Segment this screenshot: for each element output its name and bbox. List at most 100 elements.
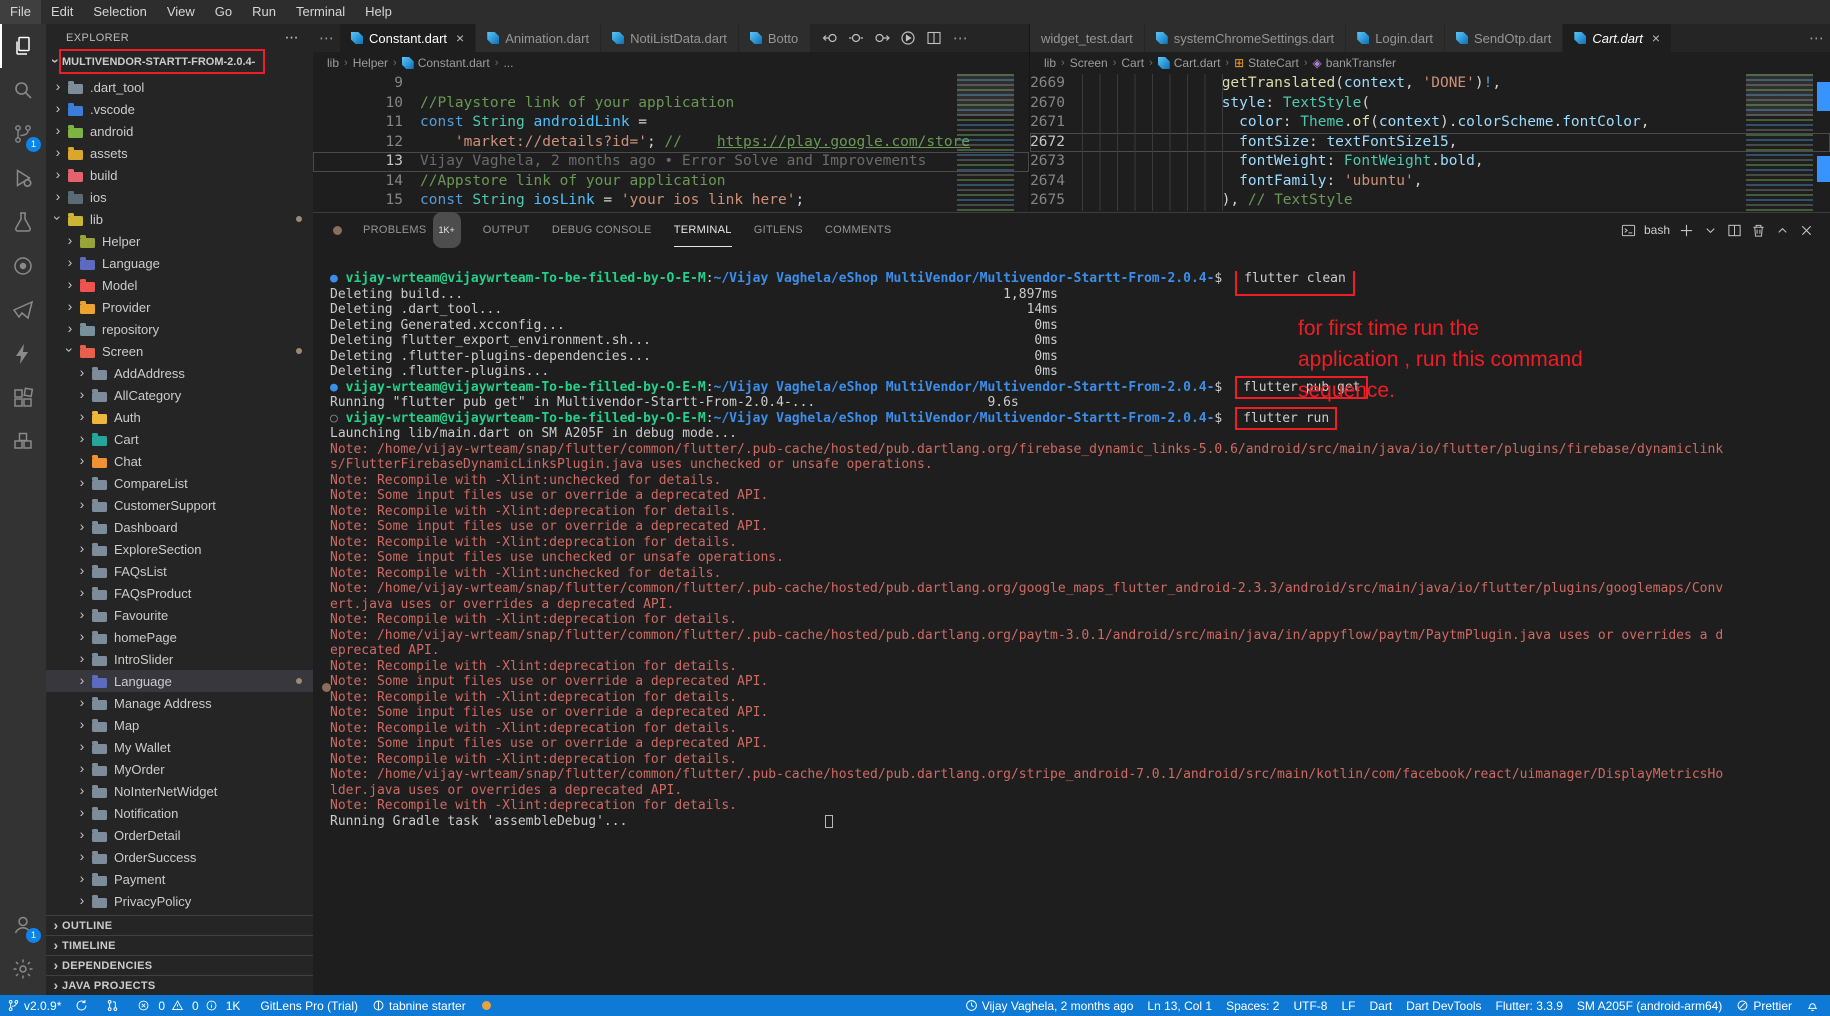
code-editor[interactable]: 910//Playstore link of your application1… [313, 74, 1029, 212]
breadcrumb-item[interactable]: Helper [353, 56, 388, 70]
activity-run-debug-icon[interactable] [0, 156, 46, 200]
tree-item-exploresection[interactable]: ›ExploreSection [46, 538, 313, 560]
panel-tab-terminal[interactable]: TERMINAL [674, 213, 732, 247]
tab-botto[interactable]: Botto [739, 24, 811, 52]
status-diagnostics[interactable] [99, 995, 130, 1016]
menu-file[interactable]: File [0, 0, 41, 24]
status-dart-devtools[interactable]: Dart DevTools [1399, 995, 1488, 1016]
minimap[interactable] [1746, 74, 1813, 212]
menu-run[interactable]: Run [242, 0, 286, 24]
status-dart[interactable]: Dart [1363, 995, 1400, 1016]
menu-selection[interactable]: Selection [83, 0, 156, 24]
tree-item-faqslist[interactable]: ›FAQsList [46, 560, 313, 582]
split-editor-icon[interactable] [921, 24, 947, 52]
status-flutter-3-3-9[interactable]: Flutter: 3.3.9 [1489, 995, 1570, 1016]
tree-item-addaddress[interactable]: ›AddAddress [46, 362, 313, 384]
breadcrumb-item[interactable]: lib [1044, 56, 1056, 70]
tree-item-build[interactable]: ›build [46, 164, 313, 186]
breadcrumb-item[interactable]: lib [327, 56, 339, 70]
menu-help[interactable]: Help [355, 0, 402, 24]
back-icon[interactable] [817, 24, 843, 52]
status-vijay-vaghela-2-months-ago[interactable]: Vijay Vaghela, 2 months ago [958, 995, 1141, 1016]
section-outline[interactable]: ›OUTLINE [46, 915, 313, 935]
status-prettier[interactable]: Prettier [1729, 995, 1799, 1016]
tree-item-language[interactable]: ›Language [46, 670, 313, 692]
activity-source-control-icon[interactable]: 1 [0, 112, 46, 156]
tree-item-nointernetwidget[interactable]: ›NoInterNetWidget [46, 780, 313, 802]
tree-item-repository[interactable]: ›repository [46, 318, 313, 340]
tree-item-chat[interactable]: ›Chat [46, 450, 313, 472]
menu-go[interactable]: Go [205, 0, 242, 24]
status-diagnostics[interactable] [68, 995, 99, 1016]
tab-widget_test-dart[interactable]: widget_test.dart [1030, 24, 1145, 52]
menu-view[interactable]: View [157, 0, 205, 24]
panel-tab-gitlens[interactable]: GITLENS [754, 213, 803, 247]
forward-icon[interactable] [869, 24, 895, 52]
breadcrumb-item[interactable]: Cart.dart [1158, 56, 1221, 70]
panel-tab-problems[interactable]: PROBLEMS1K+ [363, 213, 461, 247]
tree-item-dashboard[interactable]: ›Dashboard [46, 516, 313, 538]
tree-item-.vscode[interactable]: ›.vscode [46, 98, 313, 120]
panel-tab-comments[interactable]: COMMENTS [825, 213, 892, 247]
section-java-projects[interactable]: ›JAVA PROJECTS [46, 975, 313, 995]
new-terminal-icon[interactable] [1674, 219, 1698, 241]
tree-item-.dart_tool[interactable]: ›.dart_tool [46, 76, 313, 98]
status-gitlens-pro-trial[interactable]: GitLens Pro (Trial) [253, 995, 365, 1016]
tree-item-favourite[interactable]: ›Favourite [46, 604, 313, 626]
tab-notilistdata-dart[interactable]: NotiListData.dart [601, 24, 739, 52]
kill-terminal-icon[interactable] [1746, 219, 1770, 241]
nav-circle-icon[interactable] [843, 24, 869, 52]
activity-account-icon[interactable]: 1 [0, 903, 46, 947]
tree-item-faqsproduct[interactable]: ›FAQsProduct [46, 582, 313, 604]
activity-search-icon[interactable] [0, 68, 46, 112]
activity-extensions-icon[interactable] [0, 376, 46, 420]
section-dependencies[interactable]: ›DEPENDENCIES [46, 955, 313, 975]
menu-terminal[interactable]: Terminal [286, 0, 355, 24]
tree-item-ordersuccess[interactable]: ›OrderSuccess [46, 846, 313, 868]
terminal-dropdown-icon[interactable] [1698, 219, 1722, 241]
minimap-slider[interactable] [1746, 74, 1813, 116]
tree-item-orderdetail[interactable]: ›OrderDetail [46, 824, 313, 846]
tree-item-allcategory[interactable]: ›AllCategory [46, 384, 313, 406]
run-icon[interactable] [895, 24, 921, 52]
split-terminal-icon[interactable] [1722, 219, 1746, 241]
breadcrumb-item[interactable]: ... [503, 56, 513, 70]
tree-item-myorder[interactable]: ›MyOrder [46, 758, 313, 780]
minimap-slider[interactable] [957, 74, 1014, 116]
tree-item-introslider[interactable]: ›IntroSlider [46, 648, 313, 670]
panel-tab-output[interactable]: OUTPUT [483, 213, 530, 247]
tree-item-assets[interactable]: ›assets [46, 142, 313, 164]
status-ln-13-col-1[interactable]: Ln 13, Col 1 [1140, 995, 1219, 1016]
activity-explorer-icon[interactable] [0, 24, 46, 68]
more-actions-icon[interactable]: ⋯ [1803, 24, 1830, 52]
activity-settings-icon[interactable] [0, 947, 46, 991]
terminal-output[interactable]: ● vijay-wrteam@vijaywrteam-To-be-filled-… [330, 271, 1826, 995]
explorer-root-folder[interactable]: › MULTIVENDOR-STARTT-FROM-2.0.4- [46, 51, 313, 73]
tab-login-dart[interactable]: Login.dart [1346, 24, 1445, 52]
activity-send-extension-icon[interactable] [0, 288, 46, 332]
tree-item-android[interactable]: ›android [46, 120, 313, 142]
tree-item-auth[interactable]: ›Auth [46, 406, 313, 428]
status-tabnine-starter[interactable]: tabnine starter [365, 995, 473, 1016]
close-panel-icon[interactable] [1794, 219, 1818, 241]
tree-item-model[interactable]: ›Model [46, 274, 313, 296]
status-diagnostics[interactable] [1799, 995, 1830, 1016]
tree-item-helper[interactable]: ›Helper [46, 230, 313, 252]
breadcrumb-item[interactable]: Cart [1121, 56, 1144, 70]
terminal-shell-icon[interactable] [1617, 219, 1641, 241]
tab-constant-dart[interactable]: Constant.dart× [340, 24, 476, 52]
tab-animation-dart[interactable]: Animation.dart [476, 24, 601, 52]
status-utf-8[interactable]: UTF-8 [1286, 995, 1334, 1016]
tab-sendotp-dart[interactable]: SendOtp.dart [1445, 24, 1563, 52]
more-actions-icon[interactable]: ⋯ [947, 29, 974, 47]
tree-item-my-wallet[interactable]: ›My Wallet [46, 736, 313, 758]
more-tabs-icon[interactable]: ⋯ [313, 24, 340, 52]
tree-item-provider[interactable]: ›Provider [46, 296, 313, 318]
breadcrumb-item[interactable]: Screen [1070, 56, 1108, 70]
tree-item-comparelist[interactable]: ›CompareList [46, 472, 313, 494]
close-icon[interactable]: × [1652, 30, 1660, 46]
activity-thunder-extension-icon[interactable] [0, 332, 46, 376]
tree-item-map[interactable]: ›Map [46, 714, 313, 736]
tree-item-screen[interactable]: ›Screen [46, 340, 313, 362]
menu-edit[interactable]: Edit [41, 0, 83, 24]
